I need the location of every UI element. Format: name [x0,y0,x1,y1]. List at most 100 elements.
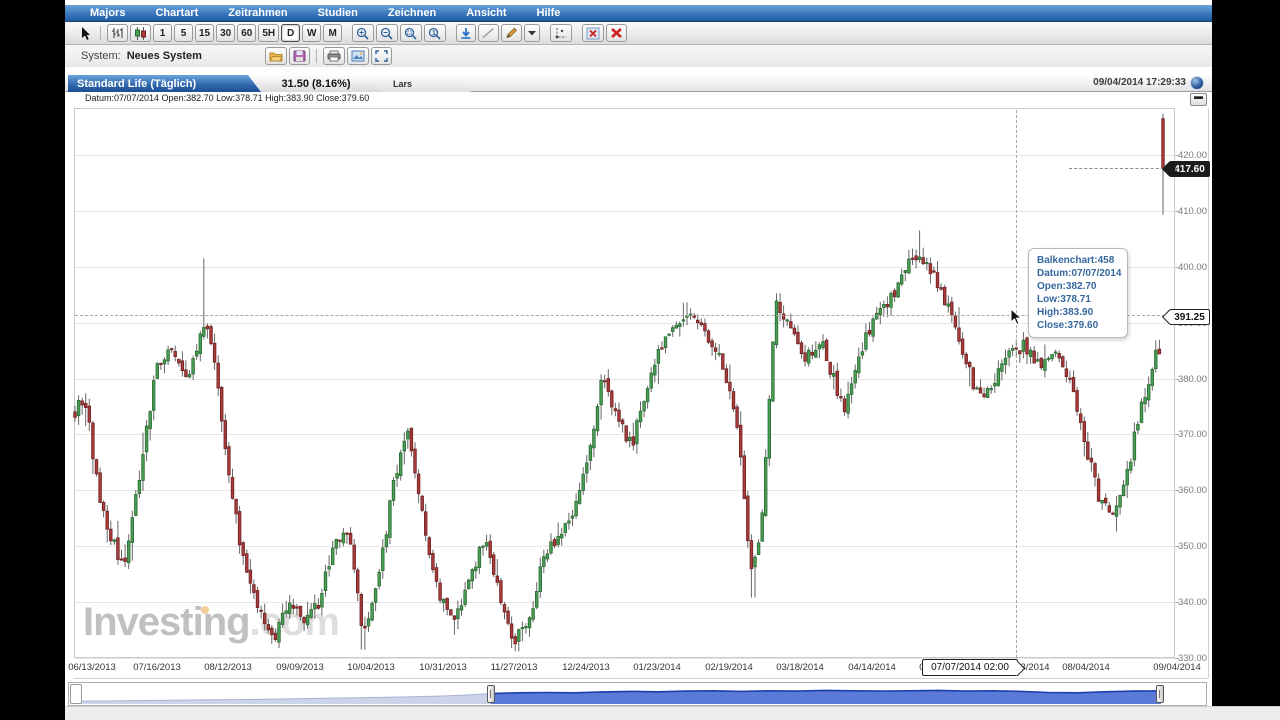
menu-item-majors[interactable]: Majors [75,7,140,19]
system-label: System: [81,50,121,62]
navigator-handle-right[interactable] [1156,685,1164,703]
y-tick-label: 370.00 [1177,429,1207,440]
timeframe-button-1[interactable]: 1 [153,24,172,42]
image-button[interactable] [347,47,369,65]
menu-item-zeichnen[interactable]: Zeichnen [373,7,451,19]
toolbar: 151530605HDWM 1 [65,22,1212,45]
menu-bar: MajorsChartartZeitrahmenStudienZeichnenA… [65,5,1212,22]
x-tick-label: 11/27/2013 [491,662,538,673]
zoom-out-button[interactable] [376,24,398,42]
tab-symbol[interactable]: Standard Life (Täglich) [68,75,261,92]
pencil-button[interactable] [501,24,522,42]
svg-text:1: 1 [432,30,436,37]
chart-type-candles-button[interactable] [130,24,151,42]
mouse-cursor-icon [1009,308,1025,326]
watermark: Investing.com [83,600,339,645]
plot-area[interactable] [74,108,1175,658]
x-tick-label: 10/31/2013 [419,662,467,673]
tooltip-line: Balkenchart:458 [1037,254,1119,267]
gridline [75,546,1175,547]
watermark-com: .com [250,600,339,644]
axis-divider-vertical [1208,108,1209,678]
gridline [75,434,1175,435]
y-tick-label: 400.00 [1177,262,1207,273]
application-window: MajorsChartartZeitrahmenStudienZeichnenA… [65,0,1212,706]
gridline [75,155,1175,156]
x-tick-label: 10/04/2013 [347,662,395,673]
menu-item-chartart[interactable]: Chartart [140,7,213,19]
clock-timestamp: 09/04/2014 17:29:33 [1093,77,1186,88]
y-tick-label: 360.00 [1177,485,1207,496]
bottom-strip [65,706,1280,720]
menu-item-zeitrahmen[interactable]: Zeitrahmen [213,7,302,19]
trendline-button[interactable] [478,24,499,42]
x-tick-label: 12/24/2013 [562,662,610,673]
toolbar-separator [100,26,101,40]
x-tick-label: 02/19/2014 [705,662,753,673]
menu-item-studien[interactable]: Studien [303,7,373,19]
timeframe-button-5[interactable]: 5 [174,24,193,42]
zoom-area-button[interactable] [400,24,422,42]
axis-pointer-button[interactable] [550,24,572,42]
x-tick-label: 08/04/2014 [1062,662,1110,673]
tab-change[interactable]: 31.50 (8.16%) [251,75,381,92]
timeframe-button-m[interactable]: M [323,24,342,42]
save-button[interactable] [289,47,310,65]
gridline [75,379,1175,380]
timeframe-button-d[interactable]: D [281,24,300,42]
system-bar: System: Neues System [65,45,1212,67]
tab-user[interactable]: Lars [371,75,471,92]
y-tick-label: 350.00 [1177,541,1207,552]
print-button[interactable] [323,47,345,65]
tooltip-line: Datum:07/07/2014 [1037,267,1119,280]
delete-selection-button[interactable] [582,24,604,42]
navigator-handle-left[interactable] [487,685,495,703]
tooltip-line: High:383.90 [1037,306,1119,319]
zoom-reset-button[interactable]: 1 [424,24,446,42]
crosshair-date-tag: 07/07/2014 02:00 [922,659,1018,676]
timeframe-button-w[interactable]: W [302,24,321,42]
y-tick-label: 380.00 [1177,374,1207,385]
menu-item-hilfe[interactable]: Hilfe [522,7,576,19]
gridline [75,267,1175,268]
range-navigator[interactable] [68,682,1207,706]
clock-icon [1190,76,1204,90]
last-price-tag: 417.60 [1169,161,1210,177]
user-label: Lars [393,79,412,89]
gridline [75,211,1175,212]
timeframe-button-30[interactable]: 30 [216,24,235,42]
tab-row: Standard Life (Täglich) 31.50 (8.16%) La… [65,75,1212,92]
minimize-chart-button[interactable]: ▬ [1190,93,1207,106]
y-tick-label: 410.00 [1177,206,1207,217]
pencil-dropdown-button[interactable] [524,24,540,42]
x-tick-label: 06/13/2013 [68,662,116,673]
change-value: 31.50 (8.16%) [281,78,350,90]
menu-item-ansicht[interactable]: Ansicht [451,7,521,19]
last-price-dashed-line [1069,168,1169,169]
tooltip-line: Low:378.71 [1037,293,1119,306]
ohlc-info-line: Datum:07/07/2014 Open:382.70 Low:378.71 … [85,93,369,103]
fullscreen-button[interactable] [371,47,392,65]
gridline [75,490,1175,491]
y-tick-label: 420.00 [1177,150,1207,161]
watermark-dot [201,606,209,614]
tooltip-line: Open:382.70 [1037,280,1119,293]
navigator-left-box[interactable] [70,684,82,704]
timeframe-buttons: 151530605HDWM [152,24,343,42]
tooltip-line: Close:379.60 [1037,319,1119,332]
x-tick-label: 07/16/2013 [133,662,181,673]
delete-all-button[interactable] [606,24,627,42]
download-button[interactable] [456,24,476,42]
timeframe-button-15[interactable]: 15 [195,24,214,42]
y-tick-label: 340.00 [1177,597,1207,608]
open-folder-button[interactable] [265,47,287,65]
crosshair-vertical-line [1016,110,1017,658]
x-tick-label: 09/04/2014 [1153,662,1201,673]
x-tick-label: 09/09/2013 [276,662,324,673]
timeframe-button-60[interactable]: 60 [237,24,256,42]
zoom-in-button[interactable] [352,24,374,42]
cursor-tool-icon[interactable] [80,26,92,41]
x-tick-label: 08/12/2013 [204,662,252,673]
chart-type-bars-button[interactable] [107,24,128,42]
timeframe-button-5h[interactable]: 5H [258,24,279,42]
